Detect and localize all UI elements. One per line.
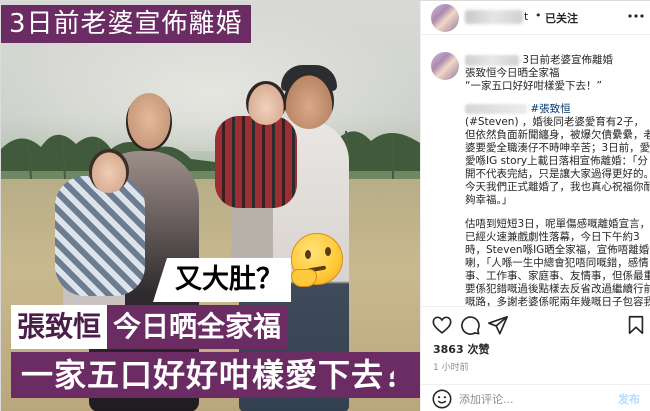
caption-avatar[interactable] xyxy=(431,52,459,80)
smiley-icon[interactable] xyxy=(431,388,453,410)
question-banner: 又大肚？ xyxy=(153,258,291,302)
caption-body: #張致恒 (#Steven) ，婚後同老婆愛育有2子， 但依然負面新聞纏身，被爆… xyxy=(465,103,650,306)
action-bar xyxy=(421,306,650,342)
caption-body-line: 開不代表完結，只是讓大家過得更好的。 xyxy=(465,168,650,180)
caption-body-line: 嘅路，多謝老婆係呢兩年幾嘅日子包容我 xyxy=(465,296,650,306)
share-icon[interactable] xyxy=(487,314,509,336)
comment-icon[interactable] xyxy=(459,314,481,336)
caption-username-blurred[interactable] xyxy=(465,54,519,66)
username-tail[interactable]: t xyxy=(524,10,528,23)
caption-body-line: 已經火速兼戲劇性落幕，今日下午約3 xyxy=(465,231,640,243)
post-side-panel: t • 已关注 3日前老婆宣佈離婚 張致恒今日晒全家福 “一家五口好好咁樣愛下去… xyxy=(420,1,650,411)
caption-header: 3日前老婆宣佈離婚 張致恒今日晒全家福 “一家五口好好咁樣愛下去！” xyxy=(465,54,643,93)
caption-body-line: 時，Steven喺IG晒全家福，宣佈唔離婚 xyxy=(465,244,650,256)
caption-highlight: 今日晒全家福 xyxy=(107,305,288,349)
hashtag-link[interactable]: #張致恒 xyxy=(530,103,570,115)
boy-figure xyxy=(215,116,297,208)
like-count[interactable]: 3863 次赞 xyxy=(433,341,489,357)
thinking-emoji-hand xyxy=(291,269,317,287)
caption-line3: “一家五口好好咁樣愛下去！” xyxy=(465,80,602,92)
image-caption-line2: 一家五口好好咁樣愛下去！ xyxy=(11,352,420,398)
caption-body-line: 今天我們正式離婚了，我也真心祝福你耐 xyxy=(465,181,650,193)
post-timestamp: 1 小时前 xyxy=(433,363,469,373)
caption-body-line: 愛喺IG story上載日落相宣佈離婚：「分 xyxy=(465,155,648,167)
caption-body-line: 婆要愛全職湊仔不時呻辛苦；3日前，愛 xyxy=(465,142,650,154)
post-comment-button[interactable]: 发布 xyxy=(618,391,640,407)
comment-bar: 发布 xyxy=(421,384,650,411)
caption-body-line: 事、工作事、家庭事、友情事，但係最重 xyxy=(465,270,650,282)
toddler-figure xyxy=(55,176,145,296)
caption-body-line: (#Steven) ，婚後同老婆愛育有2子， xyxy=(465,116,645,128)
caption-body-line: 喇，「人喺一生中總會犯唔同嘅錯，感情 xyxy=(465,257,649,269)
headline-banner: 3日前老婆宣佈離婚 xyxy=(1,5,251,43)
caption-body-line: 估唔到短短3日，呢單傷感嘅離婚宣言， xyxy=(465,218,650,230)
toddler-head xyxy=(89,149,129,193)
post-header: t • 已关注 xyxy=(421,1,650,35)
quote-mark: ” xyxy=(381,345,418,411)
heart-icon[interactable] xyxy=(431,314,453,336)
caption-body-line: 但依然負面新聞纏身，被爆欠債纍纍，老 xyxy=(465,129,650,141)
bookmark-icon[interactable] xyxy=(625,314,647,336)
follow-status-button[interactable]: 已关注 xyxy=(545,10,578,26)
hashtag-blurred[interactable] xyxy=(465,104,527,114)
caption-body-line: 要係犯錯嘅過後點樣去反省改過繼續行前面 xyxy=(465,283,650,295)
woman-head xyxy=(126,93,172,151)
post-image[interactable]: 3日前老婆宣佈離婚 又大肚？ 張致恒 今日晒全家福 一家五口好好咁樣愛下去！ ” xyxy=(1,1,420,411)
caption-title-row: 3日前老婆宣佈離婚 xyxy=(465,54,643,67)
caption-title: 3日前老婆宣佈離婚 xyxy=(522,54,614,66)
instagram-post-frame: 3日前老婆宣佈離婚 又大肚？ 張致恒 今日晒全家福 一家五口好好咁樣愛下去！ ” … xyxy=(0,0,650,411)
caption-body-line: 夠幸福。」 xyxy=(465,194,513,206)
more-options-icon[interactable] xyxy=(626,7,646,25)
hashtag-row: #張致恒 xyxy=(465,103,645,116)
boy-head xyxy=(246,81,286,125)
separator-dot: • xyxy=(535,9,542,22)
caption-name: 張致恒 xyxy=(11,305,108,349)
caption-comments-area[interactable]: 3日前老婆宣佈離婚 張致恒今日晒全家福 “一家五口好好咁樣愛下去！” #張致恒 … xyxy=(421,36,650,306)
image-caption-line1: 張致恒 今日晒全家福 xyxy=(11,305,288,349)
comment-input[interactable] xyxy=(459,390,609,408)
man-head xyxy=(284,73,334,129)
caption-line2: 張致恒今日晒全家福 xyxy=(465,67,560,79)
avatar[interactable] xyxy=(431,4,459,32)
username-blurred[interactable] xyxy=(465,10,523,24)
